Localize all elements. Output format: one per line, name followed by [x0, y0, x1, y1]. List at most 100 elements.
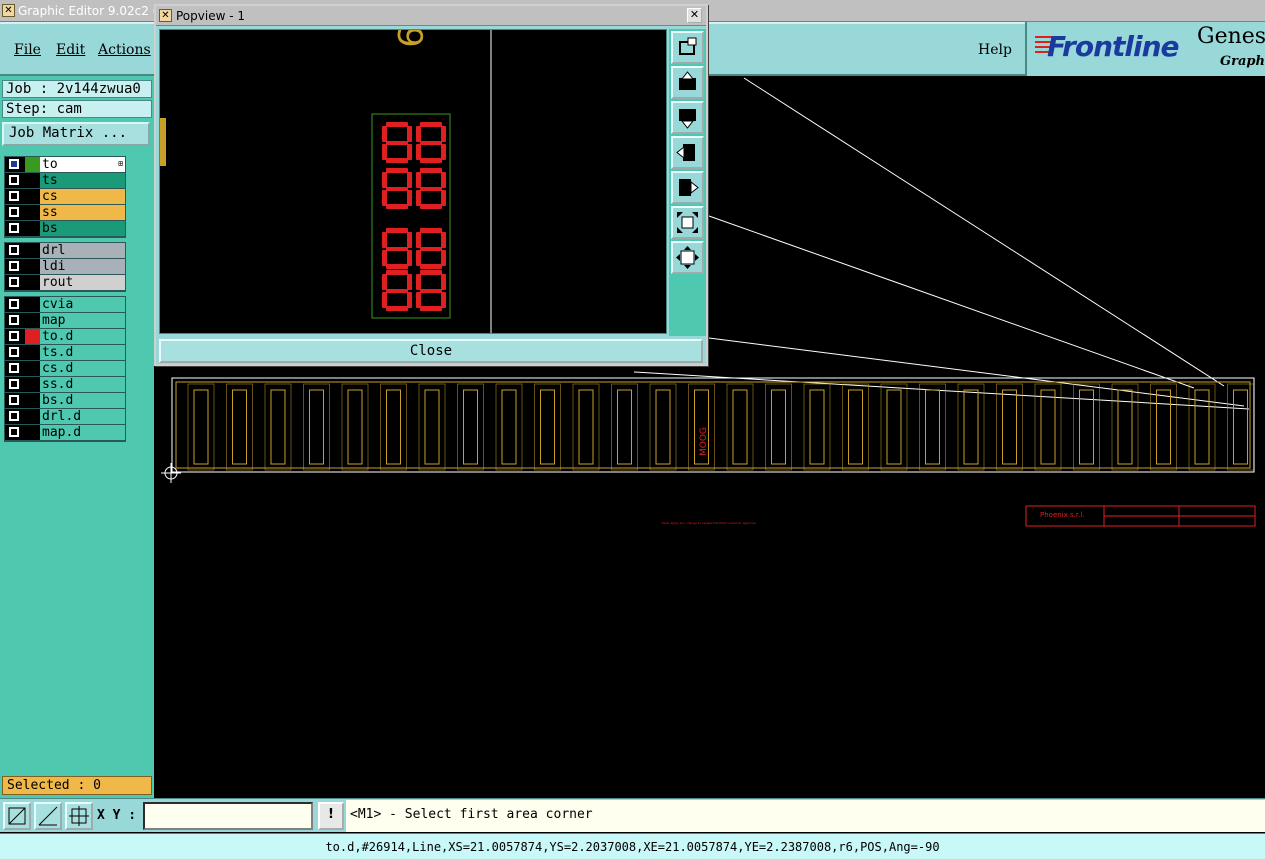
layer-name[interactable]: to ⊞	[40, 157, 125, 172]
layer-row-map[interactable]: map	[5, 313, 125, 329]
layer-color-swatch[interactable]	[25, 275, 40, 290]
segment	[407, 292, 412, 308]
layer-checkbox[interactable]	[9, 347, 19, 357]
layer-color-swatch[interactable]	[25, 361, 40, 376]
layer-row-ts[interactable]: ts	[5, 173, 125, 189]
zoom-fit-button[interactable]	[671, 31, 704, 64]
layer-row-to[interactable]: to ⊞	[5, 157, 125, 173]
layer-row-ldi[interactable]: ldi	[5, 259, 125, 275]
layer-color-swatch[interactable]	[25, 377, 40, 392]
layer-row-ss-d[interactable]: ss.d	[5, 377, 125, 393]
layer-color-swatch[interactable]	[25, 157, 40, 172]
layer-name[interactable]: drl.d	[40, 409, 125, 424]
layer-name[interactable]: ldi	[40, 259, 125, 274]
zoom-area-button[interactable]	[3, 802, 31, 830]
menu-actions[interactable]: Actions	[98, 42, 151, 58]
job-matrix-button[interactable]: Job Matrix ...	[2, 122, 150, 146]
layer-color-swatch[interactable]	[25, 393, 40, 408]
layer-checkbox-cell	[5, 173, 25, 188]
layer-name[interactable]: drl	[40, 243, 125, 258]
layer-row-bs[interactable]: bs	[5, 221, 125, 237]
layer-checkbox[interactable]	[9, 245, 19, 255]
layer-color-swatch[interactable]	[25, 345, 40, 360]
layer-checkbox-cell	[5, 275, 25, 290]
layer-color-swatch[interactable]	[25, 173, 40, 188]
layer-color-swatch[interactable]	[25, 425, 40, 440]
menu-help[interactable]: Help	[978, 42, 1012, 58]
layer-checkbox[interactable]	[9, 379, 19, 389]
layer-row-drl-d[interactable]: drl.d	[5, 409, 125, 425]
menu-file[interactable]: File	[14, 42, 41, 58]
layer-name[interactable]: ss	[40, 205, 125, 220]
zoom-out-button[interactable]	[671, 206, 704, 239]
layer-checkbox[interactable]	[9, 427, 19, 437]
layer-scroll-icon[interactable]: ⊞	[118, 159, 123, 169]
layer-checkbox-cell	[5, 297, 25, 312]
layer-checkbox[interactable]	[9, 395, 19, 405]
layer-checkbox[interactable]	[9, 207, 19, 217]
popview-canvas[interactable]: 9	[159, 26, 667, 334]
layer-checkbox[interactable]	[9, 223, 19, 233]
layer-checkbox[interactable]	[9, 175, 19, 185]
connector-outline	[688, 383, 715, 471]
xy-input[interactable]	[143, 802, 313, 830]
pan-right-button[interactable]	[671, 171, 704, 204]
layer-row-cs-d[interactable]: cs.d	[5, 361, 125, 377]
layer-checkbox[interactable]	[9, 261, 19, 271]
pan-left-button[interactable]	[671, 136, 704, 169]
layer-color-swatch[interactable]	[25, 259, 40, 274]
layer-color-swatch[interactable]	[25, 297, 40, 312]
layer-color-swatch[interactable]	[25, 313, 40, 328]
connector-outline	[996, 383, 1023, 471]
layer-color-swatch[interactable]	[25, 243, 40, 258]
layer-checkbox[interactable]	[9, 191, 19, 201]
layer-name[interactable]: map.d	[40, 425, 125, 440]
layer-name[interactable]: ts.d	[40, 345, 125, 360]
layer-name[interactable]: cs.d	[40, 361, 125, 376]
zoom-in-button[interactable]	[671, 241, 704, 274]
menu-edit-label: Edit	[56, 42, 86, 58]
layer-color-swatch[interactable]	[25, 329, 40, 344]
layer-color-swatch[interactable]	[25, 409, 40, 424]
layer-name[interactable]: cvia	[40, 297, 125, 312]
popview-titlebar[interactable]: ✕ Popview - 1 ✕	[156, 6, 706, 26]
layer-name[interactable]: ss.d	[40, 377, 125, 392]
layer-name[interactable]: map	[40, 313, 125, 328]
layer-row-cs[interactable]: cs	[5, 189, 125, 205]
layer-row-to-d[interactable]: to.d	[5, 329, 125, 345]
layer-name[interactable]: bs	[40, 221, 125, 236]
layer-row-bs-d[interactable]: bs.d	[5, 393, 125, 409]
layer-row-rout[interactable]: rout	[5, 275, 125, 291]
measure-button[interactable]	[34, 802, 62, 830]
layer-checkbox[interactable]	[9, 159, 19, 169]
alert-button[interactable]: !	[318, 802, 344, 830]
layer-name[interactable]: rout	[40, 275, 125, 290]
layer-checkbox[interactable]	[9, 411, 19, 421]
layer-row-ts-d[interactable]: ts.d	[5, 345, 125, 361]
layer-row-cvia[interactable]: cvia	[5, 297, 125, 313]
layer-checkbox[interactable]	[9, 363, 19, 373]
layer-checkbox[interactable]	[9, 315, 19, 325]
layer-name[interactable]: cs	[40, 189, 125, 204]
menu-edit[interactable]: Edit	[56, 42, 85, 58]
pan-up-button[interactable]	[671, 66, 704, 99]
layer-color-swatch[interactable]	[25, 205, 40, 220]
popview-close-button[interactable]: Close	[159, 339, 703, 363]
layer-color-swatch[interactable]	[25, 189, 40, 204]
layer-name[interactable]: ts	[40, 173, 125, 188]
layer-color-swatch[interactable]	[25, 221, 40, 236]
layer-row-ss[interactable]: ss	[5, 205, 125, 221]
segment	[420, 289, 442, 293]
layer-name[interactable]: to.d	[40, 329, 125, 344]
grid-button[interactable]	[65, 802, 93, 830]
layer-name[interactable]: bs.d	[40, 393, 125, 408]
layer-checkbox[interactable]	[9, 299, 19, 309]
segment	[407, 232, 412, 248]
layer-checkbox[interactable]	[9, 331, 19, 341]
pan-down-button[interactable]	[671, 101, 704, 134]
layer-checkbox[interactable]	[9, 277, 19, 287]
layer-row-map-d[interactable]: map.d	[5, 425, 125, 441]
connector-outline	[957, 383, 985, 471]
popview-close-icon[interactable]: ✕	[687, 8, 702, 23]
layer-row-drl[interactable]: drl	[5, 243, 125, 259]
